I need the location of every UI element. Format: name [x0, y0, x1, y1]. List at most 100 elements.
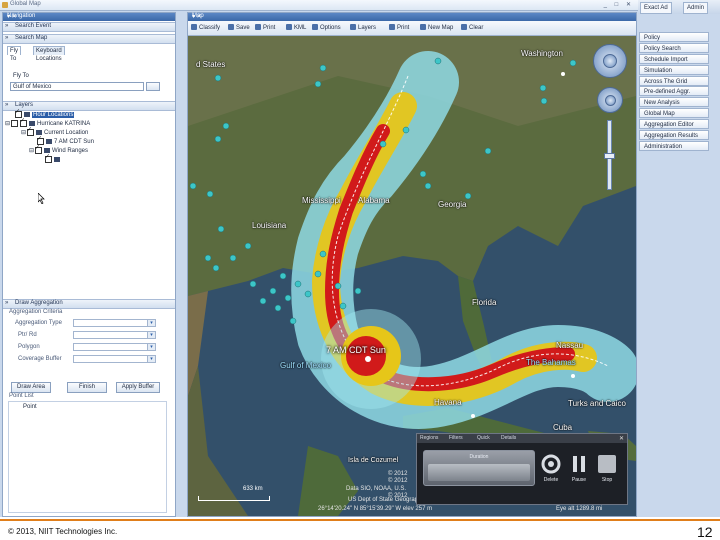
app-icon: [2, 2, 8, 8]
layer-row-hurricane[interactable]: ⊟Hurricane KATRINA: [5, 117, 90, 128]
fly-to-input[interactable]: Gulf of Mexico: [10, 82, 144, 91]
save-icon: [228, 24, 234, 31]
delete-label: Delete: [543, 477, 559, 483]
tab-admin[interactable]: Admin: [683, 2, 709, 14]
clear-button[interactable]: Clear: [461, 24, 483, 33]
chevron-down-icon[interactable]: ▾: [147, 331, 156, 339]
draw-area-button[interactable]: Draw Area: [11, 382, 51, 393]
delete-icon[interactable]: [541, 454, 561, 474]
menu-item-global-map[interactable]: Global Map: [639, 108, 709, 119]
apply-buffer-button[interactable]: Apply Buffer: [116, 382, 160, 393]
kml-button[interactable]: KML: [286, 24, 306, 33]
layer-row-storm-time[interactable]: 7 AM CDT Sun: [37, 135, 94, 146]
print-map-button[interactable]: Print: [389, 24, 409, 33]
clear-icon: [461, 24, 467, 31]
dialog-tab-quick[interactable]: Quick: [477, 435, 490, 441]
pause-label: Pause: [571, 477, 587, 483]
copyright-3: Data SIO, NOAA, U.S.: [346, 486, 407, 492]
duration-slider[interactable]: [428, 464, 530, 481]
map-toolbar: Classify Save Print KML Options Layers P…: [188, 21, 636, 36]
menu-item-predefined-aggr[interactable]: Pre-defined Aggr.: [639, 86, 709, 97]
print-icon: [389, 24, 395, 31]
map-panel: Map ▾ ✕ Classify Save Print KML Options …: [187, 12, 637, 517]
print-button[interactable]: Print: [255, 24, 275, 33]
menu-item-policy[interactable]: Policy: [639, 32, 709, 42]
point-list[interactable]: Point: [8, 401, 167, 513]
application-window: Global Map _ □ ✕ Navigation ▾ ✕ » Search…: [0, 0, 720, 517]
checkbox[interactable]: [27, 126, 34, 136]
close-icon[interactable]: ✕: [619, 435, 624, 442]
module-list: Policy Policy Search Schedule Import Sim…: [639, 32, 709, 152]
menu-item-policy-search[interactable]: Policy Search: [639, 42, 709, 53]
checkbox[interactable]: [11, 120, 18, 127]
label-cozumel: Isla de Cozumel: [348, 457, 399, 464]
move-compass[interactable]: [597, 87, 623, 113]
window-title: Global Map: [10, 1, 41, 7]
aggregation-type-select[interactable]: [73, 319, 153, 327]
layer-row-sub[interactable]: [45, 153, 62, 164]
window-controls[interactable]: _ □ ✕: [604, 1, 634, 8]
menu-item-administration[interactable]: Administration: [639, 140, 709, 151]
storm-label: 7 AM CDT Sun: [326, 345, 386, 355]
tab-exact-ad[interactable]: Exact Ad: [640, 2, 672, 14]
menu-item-schedule-import[interactable]: Schedule Import: [639, 53, 709, 64]
navigation-panel: Navigation ▾ ✕ » Search Event » Search M…: [2, 12, 176, 517]
point-list-item[interactable]: Point: [23, 404, 37, 410]
finish-button[interactable]: Finish: [67, 382, 107, 393]
pause-icon[interactable]: [569, 454, 589, 474]
dialog-tab-details[interactable]: Details: [501, 435, 516, 441]
chevron-down-icon[interactable]: ▾: [147, 343, 156, 351]
navigation-pin-icon[interactable]: ▾ ✕: [7, 13, 171, 20]
label-mississippi: Mississippi: [302, 196, 341, 205]
copyright-1: © 2012: [388, 471, 408, 477]
polygon-input[interactable]: [73, 343, 153, 351]
classify-button[interactable]: Classify: [191, 24, 220, 33]
search-map-label: Search Map: [15, 35, 48, 41]
look-compass[interactable]: [593, 44, 627, 78]
search-map-section[interactable]: » Search Map: [3, 34, 175, 44]
chevron-down-icon[interactable]: ▾: [147, 319, 156, 327]
chevron-down-icon[interactable]: ▾: [147, 355, 156, 363]
draw-aggregation-section[interactable]: » Draw Aggregation: [3, 299, 175, 309]
tab-keyboard-locations[interactable]: Keyboard Locations: [33, 46, 65, 62]
layer-label: Current Location: [44, 130, 89, 137]
move-joystick[interactable]: [605, 95, 616, 106]
dialog-tab-filters[interactable]: Filters: [449, 435, 463, 441]
fly-to-button[interactable]: [146, 82, 160, 91]
chevron-icon: »: [5, 300, 9, 306]
zoom-slider-handle[interactable]: [604, 153, 615, 159]
print-icon: [255, 24, 261, 31]
coverage-buffer-input[interactable]: [73, 355, 153, 363]
menu-item-new-analysis[interactable]: New Analysis: [639, 97, 709, 108]
duration-dialog-header: Regions Filters Quick Details ✕: [417, 434, 627, 443]
mouse-cursor-icon: [38, 193, 45, 204]
menu-item-across-the-grid[interactable]: Across The Grid: [639, 75, 709, 86]
ptr-rd-input[interactable]: [73, 331, 153, 339]
layers-icon: [350, 24, 356, 31]
layer-row-wind-ranges[interactable]: ⊟Wind Ranges: [29, 144, 88, 155]
menu-item-simulation[interactable]: Simulation: [639, 64, 709, 75]
layer-row-current-location[interactable]: ⊟Current Location: [21, 126, 89, 137]
menu-item-aggregation-results[interactable]: Aggregation Results: [639, 130, 709, 141]
options-button[interactable]: Options: [312, 24, 341, 33]
search-event-section[interactable]: » Search Event: [3, 22, 175, 32]
map-pin-icon[interactable]: ▾ ✕: [192, 13, 632, 20]
layers-button[interactable]: Layers: [350, 24, 376, 33]
dialog-tab-regions[interactable]: Regions: [420, 435, 438, 441]
checkbox[interactable]: [35, 144, 42, 154]
duration-dialog: Regions Filters Quick Details ✕ Duration: [416, 433, 628, 505]
checkbox[interactable]: [45, 153, 52, 163]
checkbox[interactable]: [20, 117, 27, 127]
menu-item-aggregation-editor[interactable]: Aggregation Editor: [639, 119, 709, 130]
kml-icon: [286, 24, 292, 31]
save-button[interactable]: Save: [228, 24, 250, 33]
coordinates-status: 26°14'20.24" N 85°15'39.29" W elev 257 m: [318, 506, 433, 512]
look-joystick[interactable]: [603, 54, 617, 68]
new-map-button[interactable]: New Map: [420, 24, 453, 33]
eye-altitude: Eye alt 1289.8 mi: [556, 506, 603, 512]
tab-fly-to[interactable]: Fly To: [7, 46, 21, 62]
map-header: Map ▾ ✕: [188, 13, 636, 21]
layer-icon: [46, 139, 52, 144]
layers-section[interactable]: » Layers: [3, 101, 175, 111]
stop-icon[interactable]: [597, 454, 617, 474]
